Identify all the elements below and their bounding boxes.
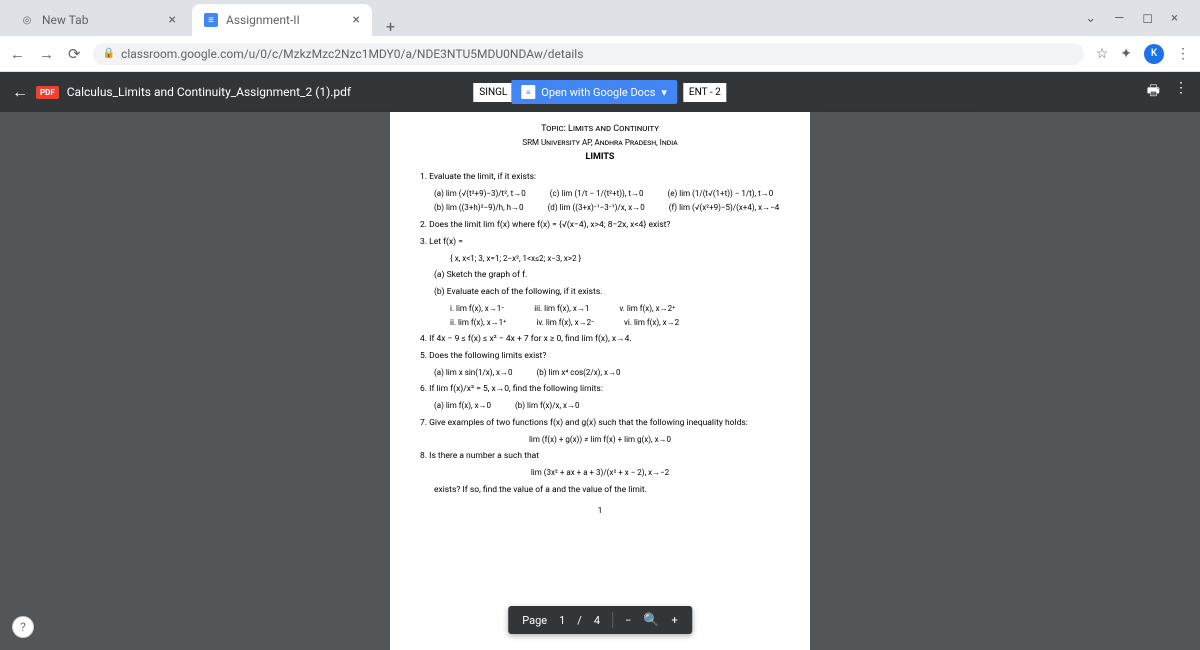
pdf-page: Topic: Limits and Continuity SRM Univers… <box>390 112 810 650</box>
gdocs-icon: ≡ <box>521 85 535 99</box>
doc-university: SRM University AP, Andhra Pradesh, India <box>420 138 780 148</box>
q1b: (b) lim ((3+h)²−9)/h, h→0 <box>434 203 524 213</box>
doc-icon: ≡ <box>204 13 218 27</box>
q8-end: exists? If so, find the value of a and t… <box>434 485 780 496</box>
gdocs-label: Open with Google Docs <box>541 86 655 99</box>
q3-piecewise: { x, x<1; 3, x=1; 2−x², 1<x≤2; x−3, x>2 … <box>450 254 780 264</box>
question-8: 8. Is there a number a such that <box>420 451 780 462</box>
question-6: 6. If lim f(x)/x² = 5, x→0, find the fol… <box>420 384 780 395</box>
close-window-icon[interactable]: × <box>1171 11 1178 26</box>
separator <box>612 612 613 628</box>
q6b: (b) lim f(x)/x, x→0 <box>515 401 579 411</box>
browser-tab-strip: ◎ New Tab × ≡ Assignment-II × + ⌄ — ◻ × <box>0 0 1200 36</box>
q3iii: iii. lim f(x), x→1 <box>534 304 589 314</box>
profile-avatar[interactable]: K <box>1144 44 1164 64</box>
pdf-viewer[interactable]: Topic: Limits and Continuity SRM Univers… <box>0 112 1200 650</box>
open-with-gdocs-button[interactable]: ≡ Open with Google Docs ▾ <box>511 80 677 104</box>
q3b: (b) Evaluate each of the following, if i… <box>434 287 780 298</box>
help-icon[interactable]: ? <box>12 616 34 638</box>
q5b: (b) lim x⁴ cos(2/x), x→0 <box>537 368 621 378</box>
lock-icon: 🔒 <box>103 48 115 59</box>
page-label: Page <box>522 614 547 627</box>
print-icon[interactable]: 🖶 <box>1147 80 1160 104</box>
menu-icon[interactable]: ⋮ <box>1176 46 1190 62</box>
tab-assignment[interactable]: ≡ Assignment-II × <box>192 4 372 36</box>
zoom-in-icon[interactable]: 🔍 <box>643 613 659 628</box>
chevron-down-icon[interactable]: ⌄ <box>1085 11 1096 26</box>
new-tab-button[interactable]: + <box>376 17 405 36</box>
back-icon[interactable]: ← <box>10 45 25 63</box>
doc-fragment-left: SINGL <box>473 83 513 102</box>
close-icon[interactable]: × <box>353 12 360 28</box>
maximize-icon[interactable]: ◻ <box>1142 11 1153 26</box>
question-1: 1. Evaluate the limit, if it exists: <box>420 172 780 183</box>
q5a: (a) lim x sin(1/x), x→0 <box>434 368 513 378</box>
url-input[interactable]: 🔒 classroom.google.com/u/0/c/MzkzMzc2Nzc… <box>93 43 1084 65</box>
doc-section: LIMITS <box>420 152 780 164</box>
open-with-group: SINGL ≡ Open with Google Docs ▾ ENT - 2 <box>473 80 726 104</box>
q1a: (a) lim (√(t²+9)−3)/t², t→0 <box>434 189 526 199</box>
tab-new[interactable]: ◎ New Tab × <box>8 4 188 36</box>
q1d: (d) lim ((3+x)⁻¹−3⁻¹)/x, x→0 <box>548 203 645 213</box>
q1e: (e) lim (1/(t√(1+t)) − 1/t), t→0 <box>668 189 774 199</box>
q3v: v. lim f(x), x→2⁺ <box>619 304 675 314</box>
pdf-toolbar: ← PDF Calculus_Limits and Continuity_Ass… <box>0 72 1200 112</box>
page-current[interactable]: 1 <box>559 614 565 627</box>
address-bar: ← → ⟳ 🔒 classroom.google.com/u/0/c/MzkzM… <box>0 36 1200 72</box>
q3ii: ii. lim f(x), x→1⁺ <box>450 318 506 328</box>
tab-label: New Tab <box>42 13 88 27</box>
window-controls: ⌄ — ◻ × <box>1071 11 1192 26</box>
zoom-out-icon[interactable]: − <box>625 614 631 627</box>
q3i: i. lim f(x), x→1⁻ <box>450 304 504 314</box>
chevron-down-icon: ▾ <box>661 86 667 99</box>
q1c: (c) lim (1/t − 1/(t²+t)), t→0 <box>550 189 644 199</box>
close-icon[interactable]: × <box>169 12 176 28</box>
q7-eq: lim (f(x) + g(x)) ≠ lim f(x) + lim g(x),… <box>420 435 780 445</box>
pdf-badge-icon: PDF <box>36 86 59 99</box>
pdf-page-controls: Page 1 / 4 − 🔍 + <box>508 606 692 634</box>
question-5: 5. Does the following limits exist? <box>420 351 780 362</box>
reload-icon[interactable]: ⟳ <box>68 45 81 63</box>
question-3: 3. Let f(x) = <box>420 237 780 248</box>
question-7: 7. Give examples of two functions f(x) a… <box>420 418 780 429</box>
page-number: 1 <box>420 506 780 516</box>
q3a: (a) Sketch the graph of f. <box>434 270 780 281</box>
tab-label: Assignment-II <box>226 13 300 27</box>
page-total: 4 <box>594 614 600 627</box>
question-2: 2. Does the limit lim f(x) where f(x) = … <box>420 220 780 231</box>
minimize-icon[interactable]: — <box>1114 11 1124 26</box>
zoom-plus-icon[interactable]: + <box>672 614 678 627</box>
pdf-filename: Calculus_Limits and Continuity_Assignmen… <box>67 85 351 99</box>
page-sep: / <box>577 614 582 627</box>
forward-icon[interactable]: → <box>39 45 54 63</box>
star-icon[interactable]: ☆ <box>1096 46 1109 62</box>
q3iv: iv. lim f(x), x→2⁻ <box>536 318 594 328</box>
q1f: (f) lim (√(x²+9)−5)/(x+4), x→−4 <box>669 203 780 213</box>
extensions-icon[interactable]: ✦ <box>1120 46 1132 62</box>
q3vi: vi. lim f(x), x→2 <box>624 318 679 328</box>
q8-eq: lim (3x² + ax + a + 3)/(x² + x − 2), x→−… <box>420 468 780 478</box>
question-4: 4. If 4x − 9 ≤ f(x) ≤ x² − 4x + 7 for x … <box>420 334 780 345</box>
globe-icon: ◎ <box>20 13 34 27</box>
back-arrow-icon[interactable]: ← <box>12 82 28 102</box>
doc-fragment-right: ENT - 2 <box>683 83 727 102</box>
q6a: (a) lim f(x), x→0 <box>434 401 491 411</box>
more-icon[interactable]: ⋮ <box>1174 80 1188 104</box>
url-text: classroom.google.com/u/0/c/MzkzMzc2Nzc1M… <box>121 47 583 61</box>
doc-topic: Topic: Limits and Continuity <box>420 124 780 136</box>
